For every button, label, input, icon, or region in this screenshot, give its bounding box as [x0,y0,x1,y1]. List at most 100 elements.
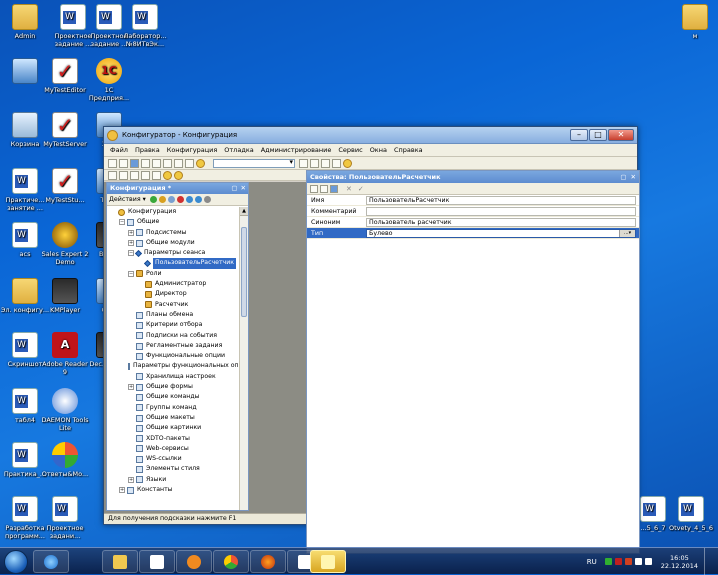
desktop-icon[interactable]: DAEMON Tools Lite [40,388,90,432]
tray-icon-2[interactable] [614,558,622,565]
tree-scrollbar[interactable]: ▲ [239,207,248,510]
menu-item[interactable]: Правка [135,146,160,154]
taskbar-ie[interactable] [33,550,69,573]
desktop-icon[interactable]: ✓ MyTestStu... [40,168,90,204]
desktop-icon[interactable]: Проектное задани... [40,496,90,540]
desktop-icon[interactable]: Sales Expert 2 Demo [40,222,90,266]
tree-item[interactable]: − Параметры сеанса [107,248,239,258]
tree-item[interactable]: Общие макеты [107,413,239,423]
find-icon[interactable] [196,158,205,168]
categorize-icon[interactable] [320,184,328,193]
tree-item[interactable]: Параметры функциональных опц [107,361,239,371]
tree-item[interactable]: Администратор [107,279,239,289]
undo-icon[interactable] [174,158,183,168]
property-row[interactable]: Тип Булево ...▾ [307,228,639,239]
expand-icon[interactable]: + [119,487,125,494]
tree-item[interactable]: ПользовательРасчетчик [107,258,239,269]
debug-icon[interactable] [332,158,341,168]
scroll-thumb[interactable] [241,227,247,317]
tree-item[interactable]: + Общие формы [107,382,239,392]
menu-item[interactable]: Сервис [338,146,362,154]
menu-item[interactable]: Администрирование [261,146,332,154]
move-down-icon[interactable] [194,196,202,203]
tree-item[interactable]: Web-сервисы [107,444,239,454]
tree-item[interactable]: Конфигурация [107,207,239,217]
props-close-icon[interactable]: ✕ [631,173,636,181]
desktop-icon[interactable]: ✓ MyTestEditor [40,58,90,94]
taskbar-app1[interactable] [139,550,175,573]
pin-icon[interactable]: ▢ [231,184,237,192]
help-icon[interactable] [343,158,352,168]
redo-icon[interactable] [185,158,194,168]
actions-menu[interactable]: Действия ▾ [109,196,146,203]
expand-icon[interactable]: + [128,476,134,483]
desktop-icon[interactable]: KMPlayer [40,278,90,314]
search-next-icon[interactable] [299,158,308,168]
taskbar-explorer[interactable] [102,550,138,573]
run-icon[interactable] [163,170,172,180]
tree-item[interactable]: − Роли [107,269,239,279]
new-icon[interactable] [108,158,117,168]
move-up-icon[interactable] [185,196,193,203]
update-icon[interactable] [130,170,139,180]
menu-item[interactable]: Конфигурация [167,146,218,154]
property-row[interactable]: Синоним Пользователь расчетчик [307,217,639,228]
minimize-button[interactable]: – [570,129,588,141]
filter-icon[interactable] [203,196,211,203]
tree-item[interactable]: Хранилища настроек [107,372,239,382]
tree-item[interactable]: Директор [107,289,239,299]
type-dropdown-icon[interactable]: ...▾ [619,229,635,237]
volume-icon[interactable] [644,558,652,565]
show-desktop-button[interactable] [704,548,712,575]
property-value-field[interactable]: Пользователь расчетчик [366,217,636,227]
tree-item[interactable]: XDTO-пакеты [107,434,239,444]
tree-item[interactable]: Общие картинки [107,423,239,433]
tray-icon-1[interactable] [604,558,612,565]
collapse-icon[interactable]: − [119,219,125,226]
taskbar-firefox[interactable] [250,550,286,573]
clear-icon[interactable]: ✕ [346,185,352,193]
search-prev-icon[interactable] [310,158,319,168]
tree-item[interactable]: Подписки на события [107,331,239,341]
desktop-icon[interactable]: м [670,4,718,40]
clock[interactable]: 16:05 22.12.2014 [661,554,698,570]
tree-item[interactable]: + Константы [107,485,239,495]
desktop-icon[interactable]: 1С 1С Предприя... [84,58,134,102]
property-value-field[interactable]: Булево ...▾ [366,228,636,238]
database-icon[interactable] [119,170,128,180]
tools-icon[interactable] [321,158,330,168]
start-button[interactable] [4,550,28,574]
tree-item[interactable]: Расчетчик [107,300,239,310]
property-value-field[interactable]: ПользовательРасчетчик [366,195,636,205]
expand-icon[interactable]: + [128,384,134,391]
props-pin-icon[interactable]: ▢ [620,173,626,181]
tree-item[interactable]: + Языки [107,475,239,485]
language-indicator[interactable]: RU [587,558,597,566]
network-icon[interactable] [634,558,642,565]
tree-item[interactable]: + Подсистемы [107,228,239,238]
syntax-icon[interactable] [152,170,161,180]
maximize-button[interactable]: □ [589,129,607,141]
desktop-icon[interactable]: A Adobe Reader 9 [40,332,90,376]
cut-icon[interactable] [141,158,150,168]
collapse-icon[interactable]: − [128,270,134,277]
tree-item[interactable]: Элементы стиля [107,464,239,474]
tree-item[interactable]: − Общие [107,217,239,227]
copy-item-icon[interactable] [167,196,175,203]
tree-item[interactable]: Планы обмена [107,310,239,320]
window-titlebar[interactable]: Конфигуратор - Конфигурация – □ ✕ [104,127,637,144]
config-icon[interactable] [108,170,117,180]
expand-icon[interactable]: + [128,229,134,236]
expand-icon[interactable]: + [128,240,134,247]
compare-icon[interactable] [141,170,150,180]
property-row[interactable]: Комментарий [307,206,639,217]
desktop-icon[interactable]: Ответы&Mo... [40,442,90,478]
tray-icon-3[interactable] [624,558,632,565]
menu-item[interactable]: Отладка [224,146,253,154]
tree-item[interactable]: Группы команд [107,403,239,413]
property-row[interactable]: Имя ПользовательРасчетчик [307,195,639,206]
filter-props-icon[interactable] [330,184,338,193]
edit-icon[interactable] [158,196,166,203]
close-button[interactable]: ✕ [608,129,634,141]
debug-run-icon[interactable] [174,170,183,180]
